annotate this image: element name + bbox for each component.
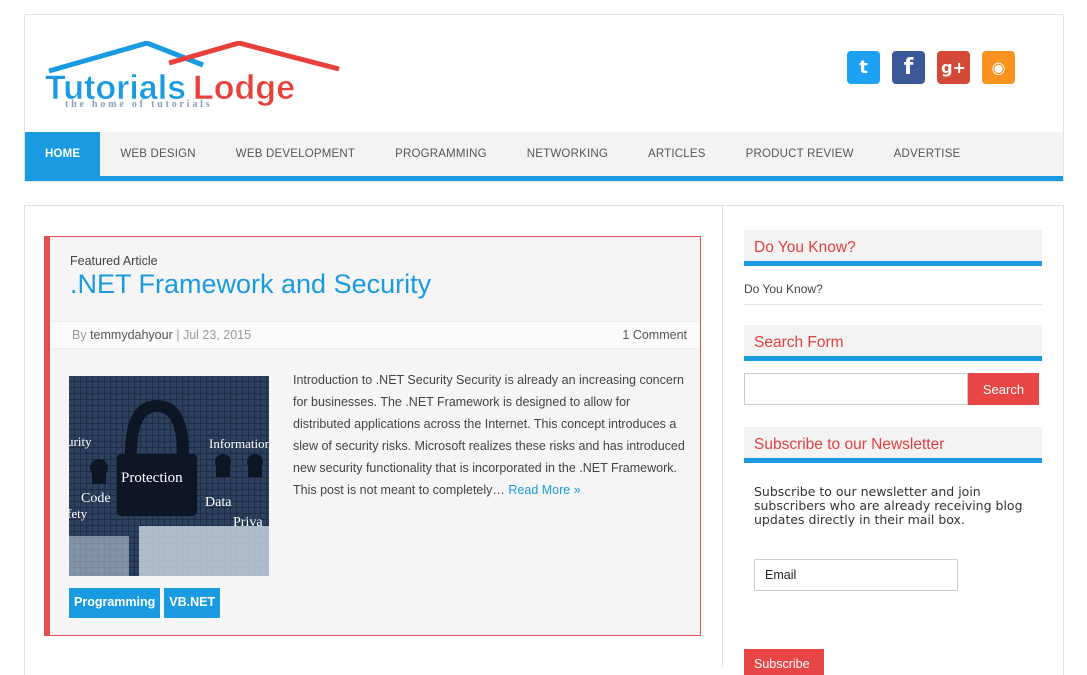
nav-advertise[interactable]: ADVERTISE bbox=[874, 132, 981, 176]
image-word-code: Code bbox=[81, 491, 111, 506]
excerpt-text: Introduction to .NET Security Security i… bbox=[293, 373, 685, 497]
image-word-information: Information bbox=[209, 436, 269, 451]
nav-home[interactable]: HOME bbox=[25, 132, 101, 176]
article-meta: By temmydahyour | Jul 23, 2015 1 Comment bbox=[50, 321, 700, 349]
author-link[interactable]: temmydahyour bbox=[90, 328, 173, 342]
image-word-fety: fety bbox=[69, 506, 88, 521]
post-date[interactable]: Jul 23, 2015 bbox=[183, 328, 251, 342]
comments-link[interactable]: 1 Comment bbox=[622, 328, 687, 342]
by-label: By bbox=[72, 328, 87, 342]
search-button[interactable]: Search bbox=[968, 373, 1039, 405]
tag-vbnet[interactable]: VB.NET bbox=[164, 588, 221, 618]
do-you-know-text[interactable]: Do You Know? bbox=[744, 282, 1042, 305]
search-input[interactable] bbox=[744, 373, 968, 405]
article-excerpt: Introduction to .NET Security Security i… bbox=[293, 369, 688, 501]
widget-title-newsletter: Subscribe to our Newsletter bbox=[744, 427, 1042, 463]
article-tags: Programming VB.NET bbox=[69, 588, 224, 618]
newsletter-text: Subscribe to our newsletter and join sub… bbox=[754, 484, 1023, 527]
svg-text:the home of tutorials: the home of tutorials bbox=[65, 99, 212, 107]
nav-networking[interactable]: NETWORKING bbox=[507, 132, 628, 176]
column-divider bbox=[722, 205, 723, 666]
facebook-icon[interactable]: f bbox=[892, 51, 925, 84]
rss-icon[interactable]: ◉ bbox=[982, 51, 1015, 84]
tag-programming[interactable]: Programming bbox=[69, 588, 161, 618]
image-word-data: Data bbox=[205, 495, 232, 510]
widget-title-search: Search Form bbox=[744, 325, 1042, 361]
subscribe-button[interactable]: Subscribe bbox=[744, 649, 824, 675]
featured-article: Featured Article .NET Framework and Secu… bbox=[44, 236, 701, 636]
main-nav: HOME WEB DESIGN WEB DEVELOPMENT PROGRAMM… bbox=[25, 132, 1063, 176]
image-word-priva: Priva bbox=[233, 515, 263, 530]
read-more-link[interactable]: Read More » bbox=[508, 483, 580, 497]
featured-label: Featured Article bbox=[70, 254, 158, 268]
image-word-protection: Protection bbox=[121, 470, 183, 486]
twitter-icon[interactable]: t bbox=[847, 51, 880, 84]
search-form: Search bbox=[744, 373, 1042, 405]
nav-underline bbox=[25, 176, 1063, 181]
article-title[interactable]: .NET Framework and Security bbox=[70, 269, 431, 300]
image-word-urity: urity bbox=[69, 434, 92, 449]
site-logo[interactable]: Tutorials Lodge the home of tutorials bbox=[43, 40, 343, 110]
nav-web-design[interactable]: WEB DESIGN bbox=[100, 132, 215, 176]
nav-articles[interactable]: ARTICLES bbox=[628, 132, 726, 176]
sidebar: Do You Know? Do You Know? Search Form Se… bbox=[744, 230, 1042, 591]
social-links: t f g+ ◉ bbox=[835, 51, 1015, 85]
widget-title-do-you-know: Do You Know? bbox=[744, 230, 1042, 266]
nav-product-review[interactable]: PRODUCT REVIEW bbox=[726, 132, 874, 176]
nav-web-development[interactable]: WEB DEVELOPMENT bbox=[216, 132, 375, 176]
nav-programming[interactable]: PROGRAMMING bbox=[375, 132, 507, 176]
site-header: Tutorials Lodge the home of tutorials t … bbox=[24, 14, 1064, 182]
article-thumbnail[interactable]: Protection Information Code Data urity f… bbox=[69, 376, 269, 576]
email-field[interactable]: Email bbox=[754, 559, 958, 591]
google-plus-icon[interactable]: g+ bbox=[937, 51, 970, 84]
